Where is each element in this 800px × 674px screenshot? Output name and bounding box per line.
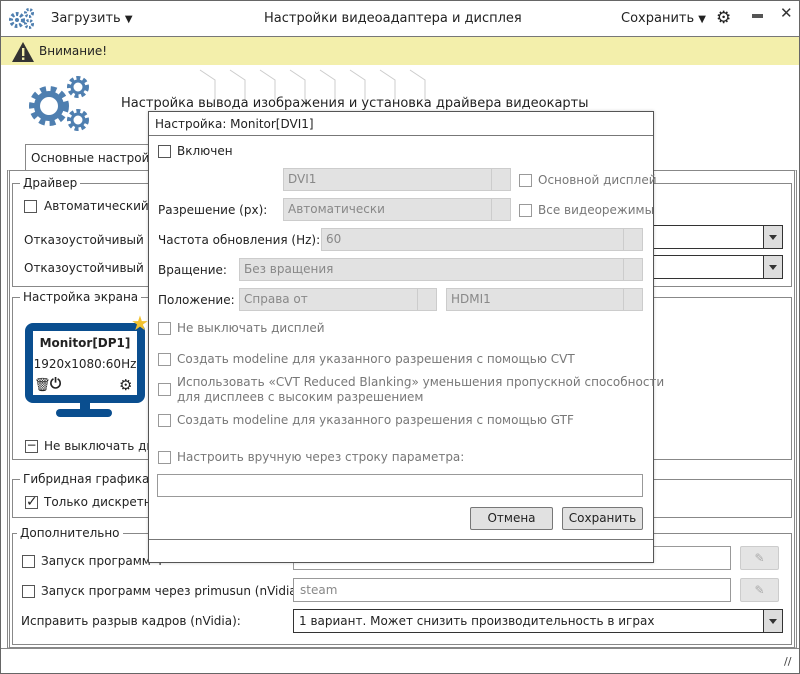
run-programs-input-2[interactable]: steam: [293, 578, 731, 602]
discrete-only-label: Только дискретн: [44, 495, 152, 509]
fallback-driver-combo-2[interactable]: [640, 255, 783, 279]
dropdown-arrow-icon[interactable]: [763, 226, 782, 248]
cancel-button[interactable]: Отмена: [470, 507, 553, 530]
dropdown-arrow-icon[interactable]: [763, 610, 782, 632]
gtf-label: Создать modeline для указанного разрешен…: [177, 413, 574, 427]
app-gears-icon[interactable]: [8, 7, 36, 29]
monitor-name: Monitor[DP1]: [39, 336, 131, 350]
tearing-combo[interactable]: 1 вариант. Может снизить производительно…: [293, 609, 783, 633]
resolution-label: Разрешение (px):: [158, 203, 268, 217]
output-value: DVI1: [288, 172, 317, 186]
run-programs-checkbox-1[interactable]: [22, 555, 35, 568]
all-modes-checkbox[interactable]: [519, 204, 532, 217]
resolution-combo[interactable]: Автоматически: [283, 198, 511, 221]
settings-gears-icon: [29, 76, 89, 131]
position-target-combo[interactable]: HDMI1: [446, 288, 643, 311]
dialog-divider: [149, 539, 653, 540]
resolution-value: Автоматически: [288, 202, 385, 216]
monitor-settings-gear-icon[interactable]: ⚙: [119, 376, 132, 394]
run-programs-checkbox-2[interactable]: [22, 585, 35, 598]
load-menu[interactable]: Загрузить ▼: [51, 11, 133, 26]
settings-gear-icon[interactable]: ⚙: [716, 8, 731, 28]
tearing-value: 1 вариант. Может снизить производительно…: [299, 614, 655, 628]
position-target-value: HDMI1: [451, 292, 491, 306]
auto-driver-label: Автоматический в: [44, 199, 160, 213]
cvt-checkbox[interactable]: [158, 353, 171, 366]
discrete-only-checkbox[interactable]: ✓: [25, 495, 38, 509]
save-menu[interactable]: Сохранить ▼: [621, 11, 706, 26]
fallback-driver-combo-1[interactable]: [640, 225, 783, 249]
edit-pencil-icon[interactable]: ✎: [740, 578, 779, 602]
manual-params-input[interactable]: [157, 474, 643, 497]
cvt-label: Создать modeline для указанного разрешен…: [177, 352, 575, 366]
position-label: Положение:: [158, 293, 235, 307]
save-label: Сохранить: [621, 11, 695, 26]
warning-text: Внимание!: [39, 44, 108, 58]
cvt-rb-checkbox[interactable]: [158, 383, 171, 396]
dialog-title: Настройка: Monitor[DVI1]: [155, 117, 314, 131]
tearing-label: Исправить разрыв кадров (nVidia):: [21, 614, 241, 628]
enabled-checkbox[interactable]: [158, 145, 171, 158]
tab-main-settings[interactable]: Основные настройки: [25, 144, 165, 171]
primary-display-checkbox[interactable]: [519, 174, 532, 187]
cvt-rb-label-line2: для дисплеев с высоким разрешением: [177, 390, 424, 404]
fallback-driver-label-1: Отказоустойчивый др: [24, 233, 164, 247]
window-title: Настройки видеоадаптера и дисплея: [264, 11, 522, 26]
warning-icon: [12, 42, 34, 62]
no-sleep-dialog-label: Не выключать дисплей: [177, 321, 325, 335]
chevron-down-icon: ▼: [698, 14, 706, 25]
power-icon[interactable]: ⏻: [50, 376, 61, 392]
close-icon[interactable]: ✕: [780, 4, 793, 22]
position-combo[interactable]: Справа от: [239, 288, 437, 311]
minimize-icon[interactable]: [752, 14, 763, 18]
manual-checkbox[interactable]: [158, 451, 171, 464]
status-bar-divider: [1, 648, 799, 649]
output-combo[interactable]: DVI1: [283, 168, 511, 191]
enabled-label: Включен: [177, 144, 233, 158]
no-sleep-checkbox-partial[interactable]: −: [25, 439, 38, 453]
resize-grip-icon[interactable]: //: [784, 655, 791, 668]
driver-group-title: Драйвер: [20, 176, 81, 190]
load-label: Загрузить: [51, 11, 121, 26]
all-modes-label: Все видеорежимы: [538, 203, 655, 217]
monitor-mode: 1920x1080:60Hz: [33, 357, 137, 371]
save-button[interactable]: Сохранить: [562, 507, 643, 530]
run-programs-label-1: Запуск программ ч: [41, 554, 162, 568]
no-sleep-dialog-checkbox[interactable]: [158, 322, 171, 335]
position-value: Справа от: [244, 292, 308, 306]
rotation-combo[interactable]: Без вращения: [239, 258, 643, 281]
tab-label: Основные настройки: [31, 151, 165, 165]
extra-group-title: Дополнительно: [17, 526, 123, 540]
primary-display-label: Основной дисплей: [538, 173, 657, 187]
hybrid-group-title: Гибридная графика: [20, 472, 153, 486]
dropdown-arrow-icon[interactable]: [763, 256, 782, 278]
refresh-value: 60: [326, 232, 342, 246]
edit-pencil-icon[interactable]: ✎: [740, 546, 779, 570]
refresh-combo[interactable]: 60: [321, 228, 643, 251]
cvt-rb-label-line1: Использовать «CVT Reduced Blanking» умен…: [177, 375, 665, 389]
monitor-base: [56, 409, 112, 417]
refresh-label: Частота обновления (Hz):: [158, 233, 321, 247]
warning-bar: [1, 37, 799, 65]
auto-driver-checkbox[interactable]: [24, 200, 37, 213]
manual-label: Настроить вручную через строку параметра…: [177, 450, 465, 464]
screen-group-title: Настройка экрана: [20, 290, 142, 304]
chevron-down-icon: ▼: [124, 14, 133, 25]
rotation-label: Вращение:: [158, 263, 227, 277]
trash-icon[interactable]: 🗑: [34, 378, 51, 393]
primary-star-icon: ★: [131, 311, 149, 335]
rotation-value: Без вращения: [244, 262, 334, 276]
run-programs-label-2: Запуск программ через primusun (nVidia):: [41, 584, 306, 598]
gtf-checkbox[interactable]: [158, 414, 171, 427]
no-sleep-label: Не выключать ди: [44, 439, 155, 453]
page-heading: Настройка вывода изображения и установка…: [121, 96, 589, 111]
fallback-driver-label-2: Отказоустойчивый др: [24, 261, 164, 275]
